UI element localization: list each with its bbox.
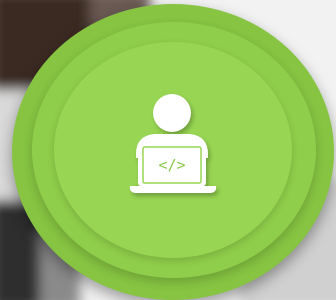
developer-laptop-icon: </> xyxy=(126,86,222,196)
developer-badge: </> xyxy=(0,0,336,300)
person-head-icon xyxy=(153,94,191,132)
developer-laptop-icon-svg: </> xyxy=(129,94,217,193)
laptop-base-icon xyxy=(129,186,217,193)
code-glyph: </> xyxy=(158,156,185,174)
